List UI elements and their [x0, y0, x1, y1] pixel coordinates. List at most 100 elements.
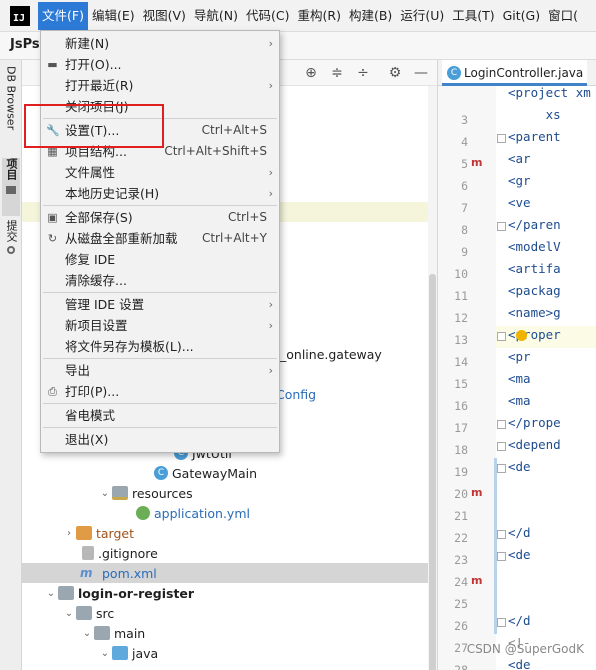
project-name[interactable]: JsPs [10, 37, 40, 52]
excluded-folder-icon [76, 526, 92, 540]
code-line: <ma [508, 393, 531, 408]
vcs-change-bar[interactable] [494, 546, 497, 634]
menu-item-label: 新项目设置 [65, 318, 128, 333]
tree-row-application-yml[interactable]: application.yml [22, 503, 428, 523]
tree-row-java[interactable]: ⌄ java [22, 643, 428, 663]
fold-marker-icon[interactable] [497, 464, 506, 473]
scrollbar-thumb[interactable] [429, 274, 436, 670]
chevron-down-icon[interactable]: ⌄ [62, 608, 76, 619]
tab-commit[interactable]: 提交 [2, 220, 20, 264]
menu-item[interactable]: 文件(F) [38, 1, 88, 30]
menu-item[interactable]: 运行(U) [396, 2, 448, 30]
override-marker-icon[interactable]: m [471, 486, 482, 499]
src-label: src [96, 605, 115, 621]
reload-icon: ↻ [47, 232, 58, 245]
tree-row-gitignore[interactable]: .gitignore [22, 543, 428, 563]
file-menu-item[interactable]: 打开最近(R) › [41, 75, 279, 96]
project-scrollbar[interactable] [428, 86, 437, 670]
target-label: target [96, 525, 135, 541]
line-number: 17 [454, 421, 468, 435]
file-menu-item[interactable]: ⎙ 打印(P)... [41, 381, 279, 402]
line-number: 18 [454, 443, 468, 457]
menu-item-label: 导出 [65, 363, 91, 378]
code-line: <parent [508, 129, 561, 144]
fold-marker-icon[interactable] [497, 134, 506, 143]
expand-all-icon[interactable]: ≑ [328, 64, 346, 82]
menu-item[interactable]: 导航(N) [190, 2, 242, 30]
file-menu-item[interactable]: 退出(X) [41, 429, 279, 450]
fold-marker-icon[interactable] [497, 420, 506, 429]
code-line: </prope [508, 415, 561, 430]
fold-marker-icon[interactable] [497, 222, 506, 231]
chevron-down-icon[interactable]: ⌄ [98, 488, 112, 499]
menu-item-label: 本地历史记录(H) [65, 186, 160, 201]
file-menu-item[interactable]: 管理 IDE 设置 › [41, 294, 279, 315]
ide-window: IJ 文件(F) 编辑(E) 视图(V) 导航(N) 代码(C) 重构(R) 构建(B) 运行… [0, 0, 596, 670]
code-line: </d [508, 525, 531, 540]
submenu-arrow-icon: › [268, 319, 273, 332]
collapse-all-icon[interactable]: ÷ [354, 64, 372, 82]
file-menu-item[interactable]: ▬ 打开(O)... [41, 54, 279, 75]
vcs-change-bar[interactable] [494, 458, 497, 546]
project-tab-label: 项目 [5, 158, 18, 180]
file-menu-item[interactable]: 将文件另存为模板(L)... [41, 336, 279, 357]
file-menu-item[interactable]: 省电模式 [41, 405, 279, 426]
folder-icon [6, 186, 16, 194]
tree-row-resources[interactable]: ⌄ resources [22, 483, 428, 503]
tree-row-gatewaymain[interactable]: C GatewayMain [22, 463, 428, 483]
fold-marker-icon[interactable] [497, 618, 506, 627]
file-menu-item[interactable]: 新建(N) › [41, 33, 279, 54]
menu-item[interactable]: Git(G) [499, 2, 545, 30]
file-menu-item[interactable]: 本地历史记录(H) › [41, 183, 279, 204]
line-number: 12 [454, 311, 468, 325]
tree-row-main[interactable]: ⌄ main [22, 623, 428, 643]
code-line: <pr [508, 349, 531, 364]
tree-row-login-module[interactable]: ⌄ login-or-register [22, 583, 428, 603]
file-menu-item[interactable]: 文件属性 › [41, 162, 279, 183]
chevron-down-icon[interactable]: ⌄ [44, 588, 58, 599]
fold-marker-icon[interactable] [497, 552, 506, 561]
file-menu-item[interactable]: 修复 IDE [41, 249, 279, 270]
file-menu-item[interactable]: ▣ 全部保存(S) Ctrl+S [41, 207, 279, 228]
line-number: 11 [454, 289, 468, 303]
menu-item[interactable]: 工具(T) [448, 2, 498, 30]
menu-item[interactable]: 窗口( [544, 2, 582, 30]
submenu-arrow-icon: › [268, 187, 273, 200]
menu-item-label: 清除缓存... [65, 273, 127, 288]
fold-marker-icon[interactable] [497, 530, 506, 539]
file-menu-item[interactable]: 导出 › [41, 360, 279, 381]
menu-item[interactable]: 构建(B) [345, 2, 396, 30]
menu-item[interactable]: 编辑(E) [88, 2, 139, 30]
tree-row-target[interactable]: › target [22, 523, 428, 543]
code-line: <packag [508, 283, 561, 298]
line-number: 23 [454, 553, 468, 567]
editor-gutter: 3 4 5 6 7 8 9 10 11 12 13 14 15 16 17 18 19 20 21 22 23 24 25 2… [438, 86, 496, 670]
line-number: 28 [454, 663, 468, 670]
chevron-down-icon[interactable]: ⌄ [80, 628, 94, 639]
tree-row-src[interactable]: ⌄ src [22, 603, 428, 623]
tab-db-browser[interactable]: DB Browser [2, 66, 20, 152]
locate-icon[interactable]: ⊕ [302, 64, 320, 82]
tab-project[interactable]: 项目 [2, 158, 20, 216]
tree-row-pom-xml[interactable]: m pom.xml [22, 563, 428, 583]
override-marker-icon[interactable]: m [471, 574, 482, 587]
left-tool-strip: DB Browser 项目 提交 [0, 60, 22, 670]
file-menu-item[interactable]: ↻ 从磁盘全部重新加载 Ctrl+Alt+Y [41, 228, 279, 249]
fold-marker-icon[interactable] [497, 442, 506, 451]
lightbulb-icon[interactable] [516, 330, 527, 341]
chevron-down-icon[interactable]: ⌄ [98, 648, 112, 659]
menu-item[interactable]: 视图(V) [139, 2, 190, 30]
file-menu-item[interactable]: 清除缓存... [41, 270, 279, 291]
gear-icon[interactable]: ⚙ [386, 64, 404, 82]
menu-item[interactable]: 重构(R) [294, 2, 345, 30]
fold-marker-icon[interactable] [497, 332, 506, 341]
file-menu-item[interactable]: 新项目设置 › [41, 315, 279, 336]
hide-icon[interactable]: — [412, 64, 430, 82]
code-line: <de [508, 459, 531, 474]
menu-item[interactable]: 代码(C) [242, 2, 293, 30]
chevron-right-icon[interactable]: › [62, 528, 76, 539]
override-marker-icon[interactable]: m [471, 156, 482, 169]
tab-login-controller[interactable]: C LoginController.java [442, 60, 588, 86]
menu-separator [43, 403, 277, 404]
menu-bar: IJ 文件(F) 编辑(E) 视图(V) 导航(N) 代码(C) 重构(R) 构建(B) 运行… [0, 0, 596, 32]
